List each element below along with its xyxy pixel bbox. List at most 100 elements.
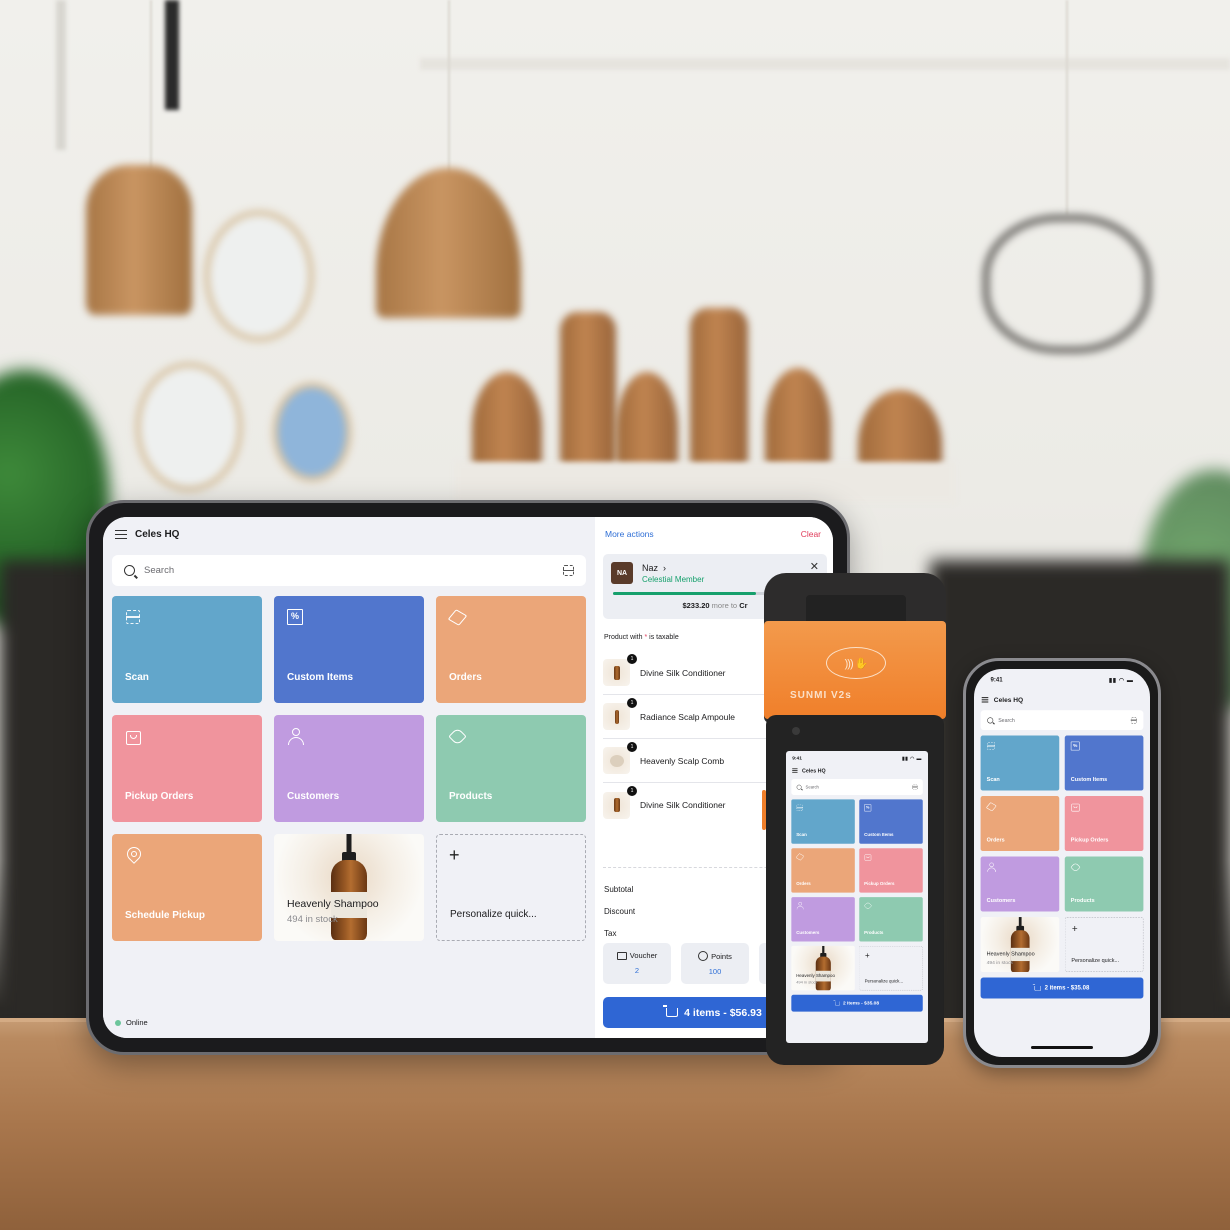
search-icon	[987, 717, 994, 724]
tile-custom-items[interactable]: Custom Items	[274, 596, 424, 703]
hamburger-icon[interactable]	[792, 768, 798, 773]
tile-pickup-orders[interactable]: Pickup Orders	[1064, 796, 1144, 852]
quick-actions-grid: Scan Custom Items Orders Pickup Orders C…	[791, 799, 923, 991]
tile-label: Personalize quick...	[450, 909, 537, 920]
customer-name-text: Naz	[642, 563, 659, 573]
iphone-device: 9:41 ▮▮ ◠ ▬ Celes HQ Search Scan Custom …	[963, 658, 1161, 1068]
app-header: Celes HQ	[974, 684, 1150, 704]
status-label: Online	[126, 1018, 148, 1027]
wicker-pendant-lamp	[376, 168, 521, 318]
tile-products[interactable]: Products	[859, 897, 923, 942]
tile-custom-items[interactable]: Custom Items	[859, 799, 923, 844]
tile-label: Scan	[796, 832, 807, 838]
online-dot-icon	[115, 1019, 121, 1026]
tile-product-heavenly-shampoo[interactable]: Heavenly Shampoo 494 in stock	[274, 834, 424, 941]
quick-actions-pane: Celes HQ Search Scan Custom Items Orde	[103, 517, 595, 1038]
tile-custom-items[interactable]: Custom Items	[1064, 735, 1144, 791]
tile-label: Orders	[796, 881, 811, 887]
shopping-cart-icon	[1033, 983, 1042, 991]
side-button[interactable]	[762, 790, 766, 830]
personalize-quick-actions-tile[interactable]: + Personalize quick...	[1064, 917, 1144, 973]
search-placeholder: Search	[998, 717, 1015, 724]
progress-fill	[613, 592, 756, 595]
plus-icon: +	[1071, 923, 1078, 935]
wicker-vase	[560, 312, 616, 467]
hamburger-icon[interactable]	[115, 529, 127, 540]
search-input[interactable]: Search	[980, 710, 1144, 731]
search-placeholder: Search	[144, 565, 175, 576]
scan-icon	[987, 742, 996, 751]
tile-products[interactable]: Products	[436, 715, 586, 822]
tile-scan[interactable]: Scan	[980, 735, 1060, 791]
points-button[interactable]: Points 100	[681, 943, 749, 984]
barcode-scan-icon[interactable]	[1130, 717, 1137, 724]
tile-label: Customers	[287, 791, 340, 802]
tile-customers[interactable]: Customers	[274, 715, 424, 822]
item-name: Radiance Scalp Ampoule	[640, 711, 735, 722]
product-image	[815, 945, 831, 991]
tile-label: Customers	[796, 930, 820, 936]
product-stock: 494 in stock	[287, 914, 338, 925]
barcode-scan-icon[interactable]	[563, 565, 574, 576]
tile-scan[interactable]: Scan	[791, 799, 855, 844]
customer-name[interactable]: Naz ›	[642, 563, 666, 573]
search-input[interactable]: Search	[112, 555, 586, 586]
tile-orders[interactable]: Orders	[980, 796, 1060, 852]
checkout-label: 2 items - $35.08	[1044, 984, 1090, 992]
connection-status: Online	[115, 1018, 148, 1027]
user-icon	[287, 728, 304, 745]
product-name: Heavenly Shampoo	[986, 951, 1035, 958]
product-thumbnail	[603, 747, 630, 774]
quick-actions-grid: Scan Custom Items Orders Pickup Orders C…	[980, 735, 1144, 973]
tile-customers[interactable]: Customers	[791, 897, 855, 942]
checkout-label: 2 items - $35.08	[842, 1000, 880, 1006]
checkout-button[interactable]: 2 items - $35.08	[980, 977, 1144, 999]
membership-tier: Celestial Member	[642, 575, 705, 584]
tile-product-heavenly-shampoo[interactable]: Heavenly Shampoo 494 in stock	[791, 945, 855, 991]
product-thumbnail	[603, 659, 630, 686]
tile-schedule-pickup[interactable]: Schedule Pickup	[112, 834, 262, 941]
clock: 9:41	[990, 676, 1003, 684]
search-icon	[124, 565, 135, 576]
item-name: Heavenly Scalp Comb	[640, 755, 725, 766]
app-header: Celes HQ	[115, 529, 179, 540]
personalize-quick-actions-tile[interactable]: + Personalize quick...	[436, 834, 586, 941]
close-icon[interactable]: ✕	[810, 560, 819, 573]
pendant-cord	[150, 0, 152, 170]
more-actions-link[interactable]: More actions	[605, 529, 654, 539]
tile-orders[interactable]: Orders	[791, 848, 855, 893]
tile-label: Scan	[125, 672, 149, 683]
checkout-button[interactable]: 2 items - $35.08	[791, 994, 923, 1012]
personalize-quick-actions-tile[interactable]: + Personalize quick...	[859, 945, 923, 991]
tile-customers[interactable]: Customers	[980, 856, 1060, 912]
voucher-button[interactable]: Voucher 2	[603, 943, 671, 984]
device-body: 9:41 ▮▮ ◠ ▬ Celes HQ Search Scan Custom …	[762, 715, 944, 1065]
box-icon	[796, 853, 803, 860]
barcode-scan-icon[interactable]	[912, 784, 918, 790]
quantity-badge: 1	[627, 742, 637, 752]
tile-product-heavenly-shampoo[interactable]: Heavenly Shampoo 494 in stock	[980, 917, 1060, 973]
tile-label: Customers	[986, 897, 1016, 904]
app-header: Celes HQ	[786, 761, 928, 774]
search-input[interactable]: Search	[791, 778, 923, 795]
clear-cart-button[interactable]: Clear	[801, 529, 821, 539]
tile-scan[interactable]: Scan	[112, 596, 262, 703]
dark-store-area	[0, 560, 100, 1030]
search-placeholder: Search	[805, 784, 819, 790]
wicker-vase	[858, 390, 942, 468]
hamburger-icon[interactable]	[981, 697, 989, 703]
tile-pickup-orders[interactable]: Pickup Orders	[859, 848, 923, 893]
round-mirror	[135, 362, 243, 492]
quantity-badge: 1	[627, 698, 637, 708]
chevron-right-icon: ›	[663, 563, 667, 573]
product-name: Heavenly Shampoo	[796, 973, 835, 979]
item-name: Divine Silk Conditioner	[640, 800, 726, 810]
tile-orders[interactable]: Orders	[436, 596, 586, 703]
ceiling-beam	[420, 58, 1230, 70]
tile-products[interactable]: Products	[1064, 856, 1144, 912]
tile-pickup-orders[interactable]: Pickup Orders	[112, 715, 262, 822]
home-indicator[interactable]	[1031, 1046, 1093, 1049]
shopping-bag-icon	[864, 853, 872, 861]
device-brand: SUNMI V2s	[790, 690, 852, 701]
shopping-bag-icon	[1071, 802, 1080, 812]
